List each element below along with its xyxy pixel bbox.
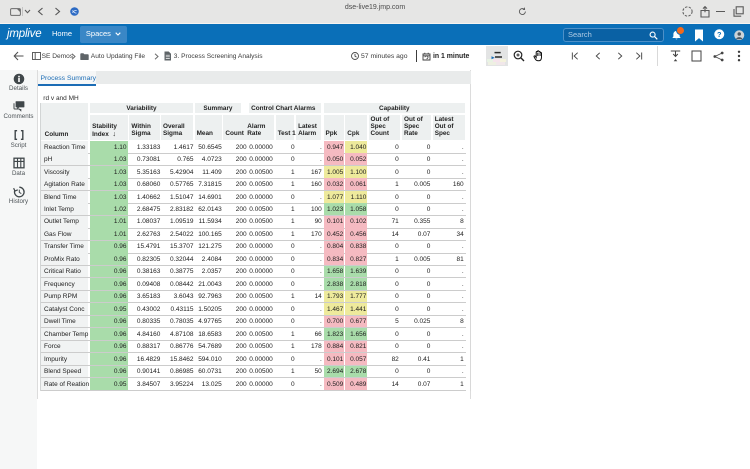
svg-text:?: ?	[717, 30, 722, 39]
